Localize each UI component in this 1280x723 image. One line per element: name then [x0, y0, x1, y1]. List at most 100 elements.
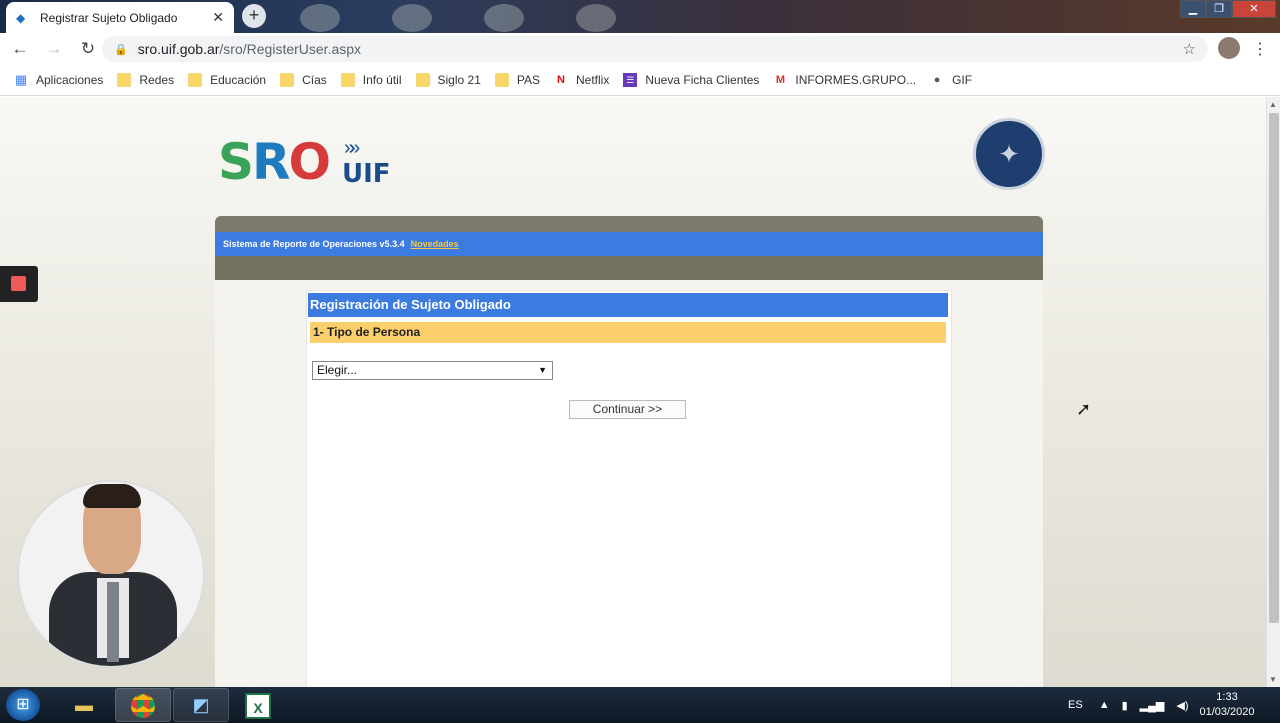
folder-icon	[117, 73, 132, 87]
url-path: /sro/RegisterUser.aspx	[219, 41, 362, 57]
webcam-figure	[107, 582, 119, 662]
uif-seal-icon: ✦	[973, 118, 1045, 190]
bookmark-nueva-ficha[interactable]: ☰ Nueva Ficha Clientes	[623, 73, 759, 87]
webcam-overlay	[17, 480, 205, 668]
bookmark-cias[interactable]: Cías	[280, 73, 327, 87]
start-button[interactable]: ⊞	[6, 689, 40, 721]
tab-close-icon[interactable]: ✕	[212, 9, 224, 26]
back-arrow-icon[interactable]: ←	[6, 35, 34, 63]
bookmark-label: PAS	[516, 73, 540, 87]
system-tray: ES ▲ ▮ ▂▄▆ ◀)	[1068, 687, 1200, 723]
system-title: Sistema de Reporte de Operaciones v5.3.4	[223, 239, 405, 249]
address-bar[interactable]: 🔒 sro.uif.gob.ar/sro/RegisterUser.aspx ☆	[102, 36, 1208, 62]
sro-logo: SRO	[218, 133, 331, 191]
bookmark-netflix[interactable]: N Netflix	[554, 73, 609, 87]
lock-icon: 🔒	[114, 43, 128, 56]
gmail-icon: M	[775, 74, 785, 86]
background-blob	[392, 4, 432, 32]
mouse-cursor-icon: ➚	[1076, 399, 1092, 419]
header-bar-bottom	[215, 256, 1043, 280]
forward-arrow-icon[interactable]: →	[40, 35, 68, 63]
clock[interactable]: 1:33 01/03/2020	[1196, 690, 1258, 720]
bookmark-label: Netflix	[576, 73, 610, 87]
bookmark-label: INFORMES.GRUPO...	[795, 73, 917, 87]
app-window-icon[interactable]: ◩	[173, 688, 229, 722]
bookmark-pas[interactable]: PAS	[494, 73, 540, 87]
browser-tab[interactable]: ◆ Registrar Sujeto Obligado ✕	[6, 2, 234, 33]
continue-button[interactable]: Continuar >>	[569, 400, 686, 419]
bookmark-siglo-21[interactable]: Siglo 21	[415, 73, 481, 87]
chrome-logo	[131, 694, 155, 718]
scroll-up-icon[interactable]: ▲	[1269, 100, 1277, 109]
windows-taskbar: ⊞ ▬ ◩ X ES ▲ ▮ ▂▄▆ ◀) 1:33 01/03/2020	[0, 687, 1280, 723]
bookmark-info-util[interactable]: Info útil	[340, 73, 402, 87]
bookmark-label: Aplicaciones	[36, 73, 104, 87]
profile-avatar[interactable]	[1218, 37, 1240, 59]
folder-icon	[280, 73, 295, 87]
scroll-down-icon[interactable]: ▼	[1269, 675, 1277, 684]
folder-icon	[415, 73, 430, 87]
novedades-link[interactable]: Novedades	[411, 239, 459, 249]
signal-icon[interactable]: ▂▄▆	[1140, 699, 1165, 712]
bookmark-star-icon[interactable]: ☆	[1183, 40, 1196, 58]
background-blob	[484, 4, 524, 32]
excel-icon[interactable]: X	[230, 688, 286, 722]
window-close-button[interactable]: ✕	[1232, 0, 1276, 18]
bookmark-label: Redes	[139, 73, 175, 87]
bookmark-aplicaciones[interactable]: ▦ Aplicaciones	[14, 72, 104, 88]
apps-grid-icon: ▦	[14, 72, 28, 87]
site-favicon-icon: ◆	[16, 10, 26, 25]
header-bar-top	[215, 216, 1043, 232]
stop-icon	[11, 276, 26, 291]
uif-logo-text: UIF	[342, 159, 391, 189]
url-host: sro.uif.gob.ar	[137, 41, 220, 57]
folder-icon	[340, 73, 355, 87]
folder-icon	[188, 73, 203, 87]
bookmark-label: Info útil	[362, 73, 402, 87]
background-blob	[576, 4, 616, 32]
bookmark-educacion[interactable]: Educación	[188, 73, 266, 87]
scrollbar-thumb[interactable]	[1269, 113, 1279, 623]
tab-title: Registrar Sujeto Obligado	[40, 10, 178, 25]
logo-letter: S	[218, 133, 254, 191]
clock-time: 1:33	[1216, 691, 1238, 703]
language-indicator[interactable]: ES	[1068, 699, 1083, 711]
registration-panel	[306, 290, 952, 687]
window-maximize-button[interactable]: ❐	[1206, 0, 1232, 18]
reload-icon[interactable]: ↻	[74, 35, 102, 63]
system-header-bar: Sistema de Reporte de Operaciones v5.3.4…	[215, 232, 1043, 256]
browser-title-bar: ◆ Registrar Sujeto Obligado ✕ + ▁ ❐ ✕	[0, 0, 1280, 33]
bookmark-redes[interactable]: Redes	[117, 73, 174, 87]
chrome-icon[interactable]	[115, 688, 171, 722]
new-tab-button[interactable]: +	[242, 4, 266, 28]
excel-logo: X	[245, 693, 271, 719]
logo-letter: R	[252, 133, 290, 191]
background-blob	[300, 4, 340, 32]
record-stop-button[interactable]	[0, 266, 38, 302]
select-value: Elegir...	[317, 363, 358, 377]
step-heading: 1- Tipo de Persona	[310, 322, 946, 343]
network-icon[interactable]: ▮	[1122, 699, 1128, 712]
volume-icon[interactable]: ◀)	[1176, 699, 1188, 712]
bookmark-informes[interactable]: M INFORMES.GRUPO...	[773, 73, 916, 87]
panel-title: Registración de Sujeto Obligado	[308, 293, 948, 317]
browser-menu-icon[interactable]: ⋮	[1252, 39, 1268, 59]
form-icon: ☰	[623, 73, 638, 87]
clock-date: 01/03/2020	[1199, 706, 1255, 718]
webcam-figure	[83, 484, 141, 508]
bookmark-label: Cías	[302, 73, 327, 87]
logo-arrows-icon: »»	[344, 137, 360, 159]
logo-letter: O	[288, 133, 331, 191]
bookmark-label: GIF	[952, 73, 973, 87]
window-minimize-button[interactable]: ▁	[1180, 0, 1206, 18]
tipo-persona-select[interactable]: Elegir... ▼	[312, 361, 553, 380]
file-explorer-icon[interactable]: ▬	[56, 688, 112, 722]
folder-icon	[494, 73, 509, 87]
page-scrollbar[interactable]: ▲ ▼	[1266, 97, 1280, 687]
dropdown-arrow-icon: ▼	[538, 365, 547, 375]
bookmark-label: Siglo 21	[437, 73, 481, 87]
tray-expand-icon[interactable]: ▲	[1099, 699, 1110, 711]
bookmark-label: Nueva Ficha Clientes	[645, 73, 760, 87]
bookmark-gif[interactable]: ● GIF	[930, 73, 972, 87]
bookmarks-bar: ▦ Aplicaciones Redes Educación Cías Info …	[0, 65, 1280, 96]
